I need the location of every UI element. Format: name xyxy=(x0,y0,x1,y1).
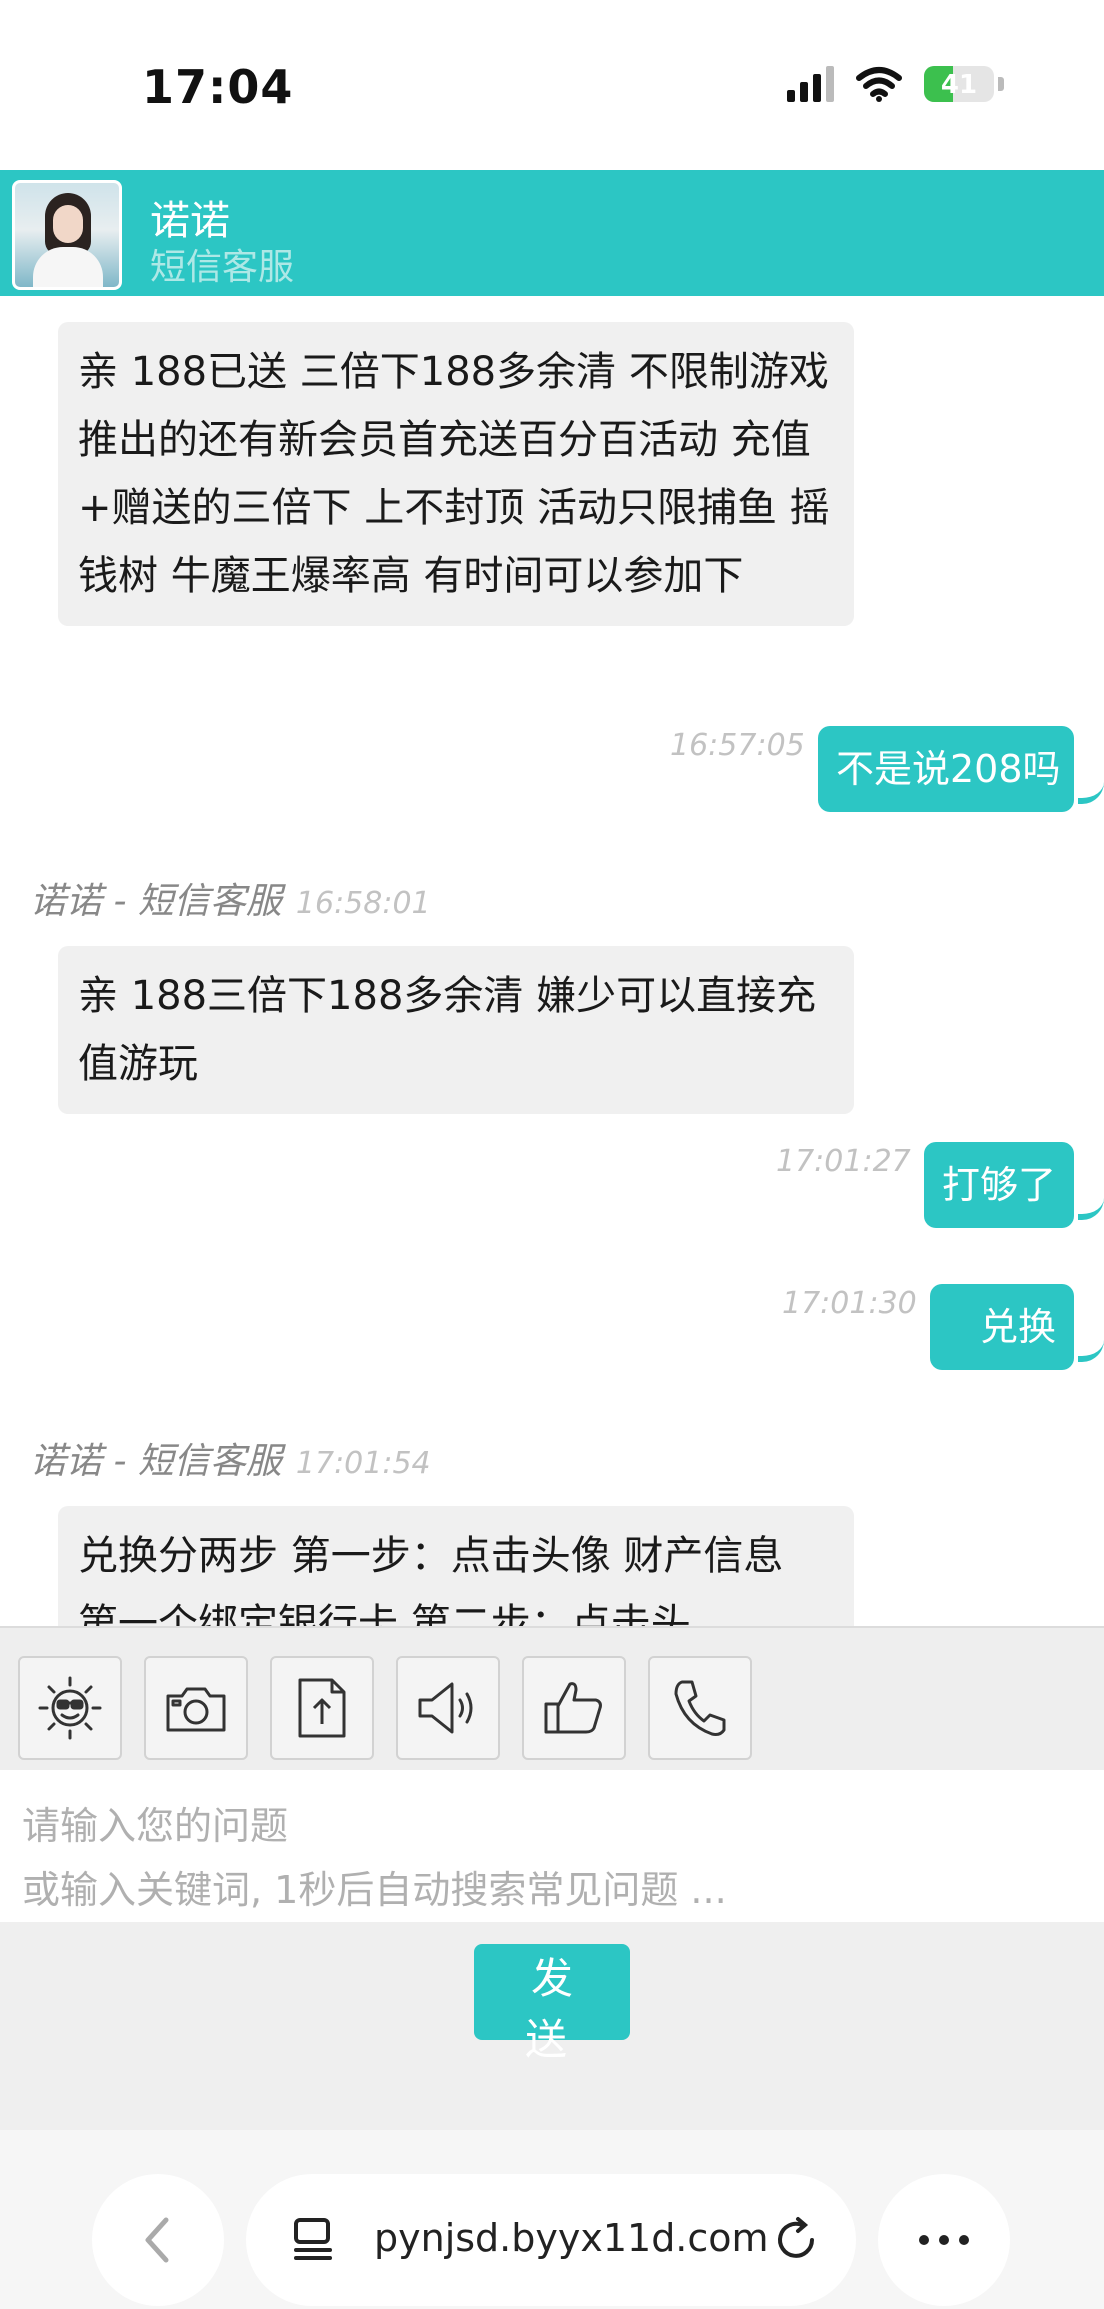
camera-button[interactable] xyxy=(144,1656,248,1760)
address-bar[interactable]: pynjsd.byyx11d.com xyxy=(246,2174,856,2306)
thumbs-up-icon xyxy=(544,1682,602,1734)
battery-icon: 41 xyxy=(924,66,994,102)
chevron-left-icon xyxy=(145,2217,169,2263)
sender-time: 17:01:54 xyxy=(295,1446,431,1481)
emoji-button[interactable] xyxy=(18,1656,122,1760)
message-bubble-outgoing: 兑换 xyxy=(930,1284,1074,1370)
message-bubble-incoming: 亲 188已送 三倍下188多余清 不限制游戏 推出的还有新会员首充送百分百活动… xyxy=(58,322,854,626)
battery-nub xyxy=(998,77,1004,91)
upload-button[interactable] xyxy=(270,1656,374,1760)
speaker-icon xyxy=(418,1682,473,1734)
more-button[interactable] xyxy=(878,2174,1010,2306)
message-bubble-outgoing: 不是说208吗 xyxy=(818,726,1074,812)
sender-time: 16:58:01 xyxy=(295,886,431,921)
status-time: 17:04 xyxy=(142,60,294,114)
message-bubble-incoming: 亲 188三倍下188多余清 嫌少可以直接充值游玩 xyxy=(58,946,854,1114)
rate-button[interactable] xyxy=(522,1656,626,1760)
browser-toolbar: pynjsd.byyx11d.com xyxy=(0,2130,1104,2309)
wifi-icon xyxy=(856,67,902,102)
chat-toolbar xyxy=(0,1626,1104,1772)
back-button[interactable] xyxy=(92,2174,224,2306)
sender-name: 诺诺 - 短信客服 xyxy=(30,1441,282,1482)
send-button[interactable]: 发 送 xyxy=(474,1944,630,2064)
emoji-sun-icon xyxy=(38,1676,102,1740)
bubble-tail xyxy=(1078,1340,1104,1362)
bubble-tail xyxy=(1078,782,1104,804)
more-dots-icon xyxy=(919,2235,969,2245)
message-bubble-outgoing: 打够了 xyxy=(924,1142,1074,1228)
page-menu-icon[interactable] xyxy=(288,2214,338,2264)
phone-icon xyxy=(674,1680,726,1736)
url-text: pynjsd.byyx11d.com xyxy=(374,2216,769,2260)
sender-line: 诺诺 - 短信客服 16:58:01 xyxy=(30,872,431,924)
avatar[interactable] xyxy=(12,180,122,290)
bubble-tail xyxy=(1078,1198,1104,1220)
message-timestamp: 17:01:27 xyxy=(776,1144,911,1179)
message-bubble-incoming: 兑换分两步 第一步：点击头像 财产信息 第一个绑定银行卡 第二步：点击头 xyxy=(58,1506,854,1626)
status-bar: 17:04 41 xyxy=(0,0,1104,170)
chat-header: 诺诺 短信客服 xyxy=(0,170,1104,296)
camera-icon xyxy=(166,1687,226,1732)
message-timestamp: 16:57:05 xyxy=(670,728,805,763)
message-input[interactable] xyxy=(0,1770,1104,1922)
status-icons: 41 xyxy=(787,66,1004,102)
call-button[interactable] xyxy=(648,1656,752,1760)
send-panel: 发 送 xyxy=(0,1922,1104,2130)
voice-button[interactable] xyxy=(396,1656,500,1760)
message-input-area xyxy=(0,1770,1104,1922)
message-timestamp: 17:01:30 xyxy=(782,1286,917,1321)
reload-icon[interactable] xyxy=(768,2212,824,2268)
chat-messages[interactable]: 亲 188已送 三倍下188多余清 不限制游戏 推出的还有新会员首充送百分百活动… xyxy=(0,296,1104,1626)
cellular-signal-icon xyxy=(787,66,834,102)
agent-role: 短信客服 xyxy=(150,247,295,288)
sender-line: 诺诺 - 短信客服 17:01:54 xyxy=(30,1432,431,1484)
upload-file-icon xyxy=(298,1678,346,1738)
battery-level: 41 xyxy=(940,70,978,100)
sender-name: 诺诺 - 短信客服 xyxy=(30,881,282,922)
